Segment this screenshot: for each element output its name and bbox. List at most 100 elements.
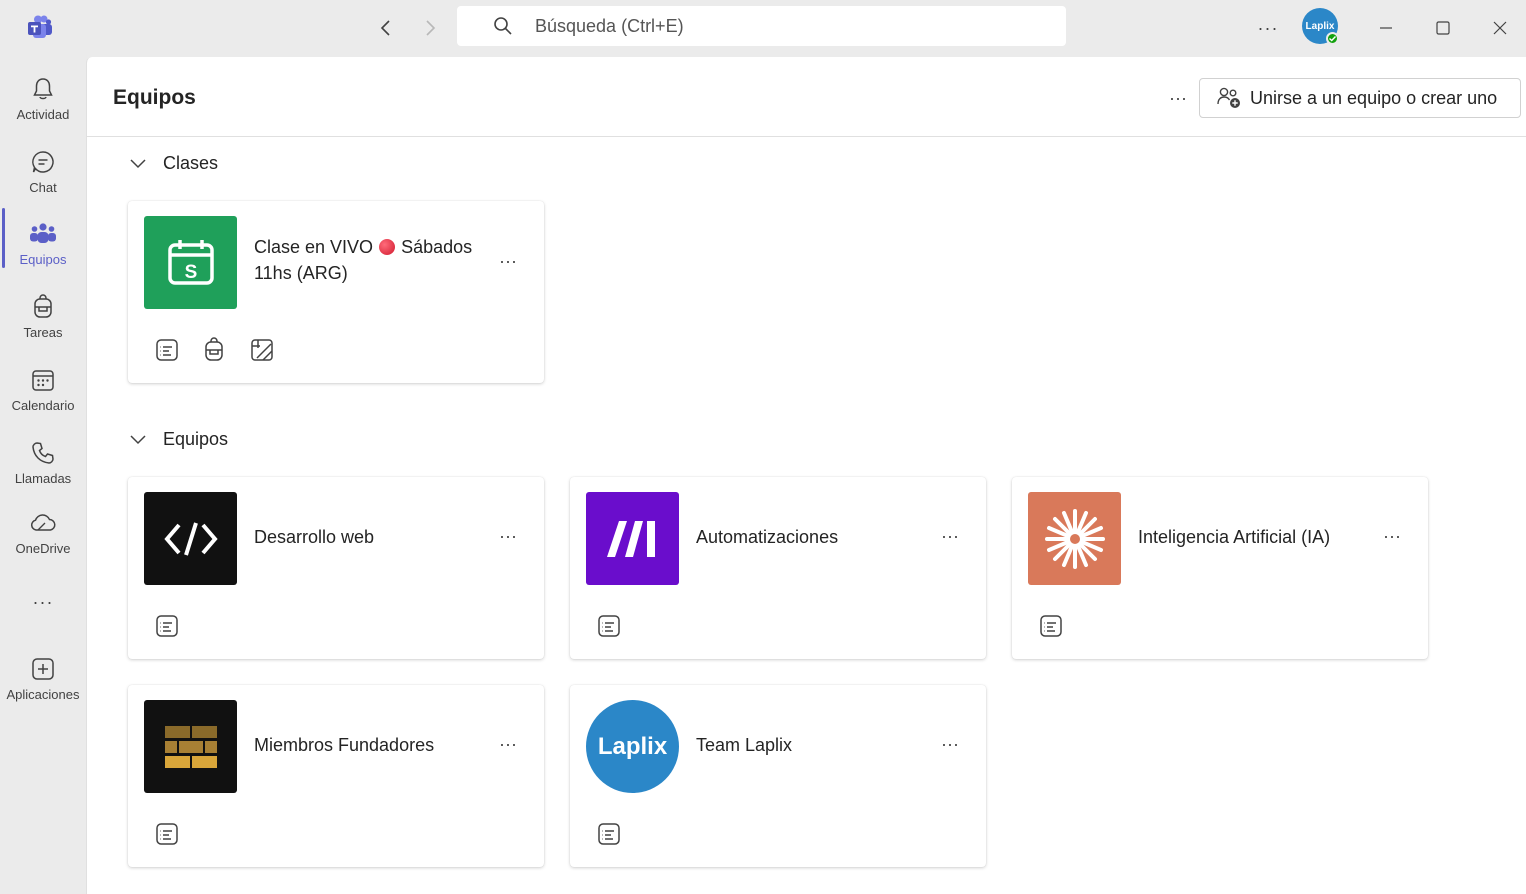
rail-item-label: Llamadas: [14, 471, 72, 486]
live-dot-icon: [379, 239, 396, 255]
maximize-icon: [1436, 21, 1450, 35]
calendar-icon: [29, 366, 57, 394]
rail-item-llamadas[interactable]: Llamadas: [0, 429, 86, 497]
card-more-button[interactable]: ···: [1380, 526, 1404, 546]
minimize-button[interactable]: [1372, 14, 1400, 42]
rail-more-button[interactable]: ···: [0, 582, 86, 622]
back-button[interactable]: [372, 14, 400, 42]
status-available-icon: [1326, 32, 1339, 45]
section-label: Clases: [163, 152, 219, 173]
search-input[interactable]: Búsqueda (Ctrl+E): [457, 6, 1066, 46]
chat-icon: [29, 148, 57, 176]
rail-item-calendario[interactable]: Calendario: [0, 356, 86, 424]
make-logo-tile-icon: [586, 492, 679, 585]
card-actions: [596, 821, 622, 847]
cloud-icon: [29, 509, 57, 537]
card-actions: [1038, 613, 1064, 639]
maximize-button[interactable]: [1429, 14, 1457, 42]
card-more-button[interactable]: ···: [938, 734, 962, 754]
chevron-left-icon: [380, 20, 390, 36]
class-title-part: Clase en VIVO: [254, 237, 374, 257]
rail-item-label: Calendario: [11, 398, 75, 413]
left-rail: Actividad Chat Equipos Tareas Calendario…: [0, 57, 86, 894]
posts-icon[interactable]: [1038, 613, 1064, 639]
class-card[interactable]: S Clase en VIVO Sábados 11hs (ARG) ···: [128, 201, 544, 383]
card-actions: [154, 337, 275, 363]
more-options-button[interactable]: ···: [1254, 14, 1282, 42]
card-actions: [596, 613, 622, 639]
class-title-part: Sábados: [401, 237, 473, 257]
posts-icon[interactable]: [154, 821, 180, 847]
class-card-title: Clase en VIVO Sábados 11hs (ARG): [254, 234, 472, 286]
phone-icon: [29, 439, 57, 467]
team-card-title: Team Laplix: [696, 735, 793, 755]
rail-item-label: OneDrive: [15, 541, 71, 556]
rail-item-onedrive[interactable]: OneDrive: [0, 499, 86, 567]
team-card[interactable]: Laplix Team Laplix ···: [570, 685, 986, 867]
rail-item-equipos[interactable]: Equipos: [0, 210, 86, 278]
code-tile-icon: [144, 492, 237, 585]
team-card[interactable]: Automatizaciones ···: [570, 477, 986, 659]
search-placeholder: Búsqueda (Ctrl+E): [535, 16, 684, 36]
people-add-icon: [1217, 87, 1240, 108]
page-title: Equipos: [113, 86, 196, 109]
posts-icon[interactable]: [154, 613, 180, 639]
team-card[interactable]: Inteligencia Artificial (IA) ···: [1012, 477, 1428, 659]
rail-item-label: Actividad: [16, 107, 70, 122]
team-card[interactable]: Miembros Fundadores ···: [128, 685, 544, 867]
card-actions: [154, 613, 180, 639]
forward-button[interactable]: [416, 14, 444, 42]
section-clases-toggle[interactable]: Clases: [127, 152, 218, 174]
rail-item-tareas[interactable]: Tareas: [0, 283, 86, 351]
rail-item-label: Equipos: [19, 252, 67, 267]
header-more-button[interactable]: ···: [1165, 85, 1191, 111]
teams-logo-icon: [26, 13, 54, 41]
close-button[interactable]: [1486, 14, 1514, 42]
rail-item-label: Chat: [29, 180, 57, 195]
more-icon: ···: [32, 592, 54, 612]
search-icon: [494, 17, 512, 35]
rail-item-chat[interactable]: Chat: [0, 138, 86, 206]
grades-icon[interactable]: [249, 337, 275, 363]
section-equipos-toggle[interactable]: Equipos: [127, 428, 228, 450]
add-apps-icon: [29, 655, 57, 683]
card-actions: [154, 821, 180, 847]
card-more-button[interactable]: ···: [938, 526, 962, 546]
chevron-down-icon: [130, 159, 146, 169]
svg-text:S: S: [184, 262, 197, 283]
minimize-icon: [1380, 27, 1392, 29]
card-more-button[interactable]: ···: [496, 251, 520, 271]
card-more-button[interactable]: ···: [496, 526, 520, 546]
card-more-button[interactable]: ···: [496, 734, 520, 754]
join-button-label: Unirse a un equipo o crear uno: [1250, 87, 1498, 108]
ai-starburst-tile-icon: [1028, 492, 1121, 585]
rail-item-actividad[interactable]: Actividad: [0, 65, 86, 133]
join-or-create-team-button[interactable]: Unirse a un equipo o crear uno: [1199, 78, 1521, 118]
title-bar: Búsqueda (Ctrl+E) ··· Laplix: [0, 0, 1526, 57]
close-icon: [1493, 21, 1507, 35]
main-panel: Equipos ··· Unirse a un equipo o crear u…: [86, 57, 1526, 894]
chevron-right-icon: [426, 20, 436, 36]
rail-item-aplicaciones[interactable]: Aplicaciones: [0, 645, 86, 713]
teams-icon: [29, 220, 57, 248]
class-title-part: 11hs (ARG): [254, 263, 348, 283]
posts-icon[interactable]: [596, 821, 622, 847]
team-card-title: Inteligencia Artificial (IA): [1138, 527, 1331, 547]
team-card-title: Desarrollo web: [254, 527, 375, 547]
class-calendar-tile-icon: S: [144, 216, 237, 309]
rail-item-label: Tareas: [23, 325, 63, 340]
bell-icon: [29, 75, 57, 103]
team-card[interactable]: Desarrollo web ···: [128, 477, 544, 659]
section-label: Equipos: [163, 428, 229, 449]
backpack-icon: [29, 293, 57, 321]
posts-icon[interactable]: [154, 337, 180, 363]
laplix-logo-text: Laplix: [597, 732, 668, 760]
team-card-title: Miembros Fundadores: [254, 735, 435, 755]
posts-icon[interactable]: [596, 613, 622, 639]
chevron-down-icon: [130, 435, 146, 445]
bricks-tile-icon: [144, 700, 237, 793]
rail-item-label: Aplicaciones: [6, 687, 80, 702]
laplix-logo-tile: Laplix: [586, 700, 679, 793]
assignments-backpack-icon[interactable]: [201, 337, 227, 363]
page-header: Equipos ··· Unirse a un equipo o crear u…: [87, 57, 1526, 137]
